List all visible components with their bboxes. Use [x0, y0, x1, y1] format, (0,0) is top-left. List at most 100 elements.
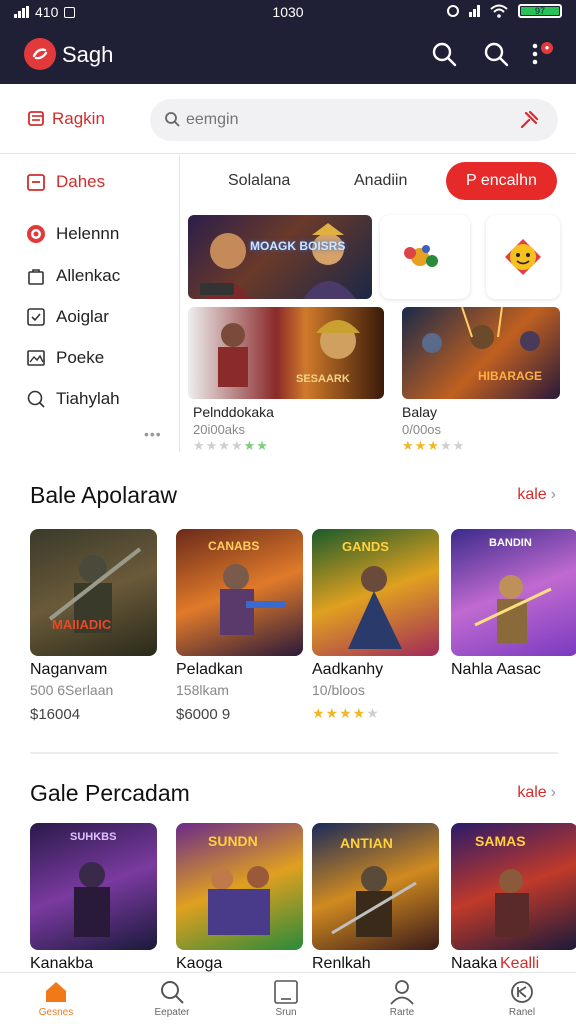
- sidebar-more-dots[interactable]: •••: [144, 426, 162, 442]
- home-icon: [46, 982, 66, 1002]
- card-art-text: MAIIADIC: [52, 617, 112, 632]
- search-bar[interactable]: [150, 99, 558, 141]
- app-title: Sagh: [62, 42, 114, 67]
- search-icon[interactable]: [430, 40, 458, 68]
- game-card[interactable]: ANTIAN: [312, 823, 439, 950]
- sidebar-item-label: Aoiglar: [56, 307, 109, 326]
- sidebar-item-helennn[interactable]: Helennn: [26, 224, 119, 244]
- app-tile-sunflower[interactable]: [380, 215, 470, 299]
- brand-label: Ragkin: [52, 109, 105, 128]
- sidebar-item-label: Dahes: [56, 172, 106, 191]
- card-price: $16004: [30, 706, 81, 723]
- app-tile-smiley[interactable]: [486, 215, 560, 299]
- card-sub: 158lkam: [176, 682, 229, 698]
- see-more-label: kale: [517, 486, 547, 503]
- nav-label: Rarte: [389, 1007, 415, 1018]
- game-tile-pelnddokaka[interactable]: SESAARK: [188, 307, 384, 399]
- game-card[interactable]: SUNDN: [176, 823, 303, 950]
- card-name: Kanakba: [30, 955, 94, 972]
- card-art-text: SUHKBS: [70, 831, 117, 843]
- search-input[interactable]: [186, 109, 506, 131]
- card-tag: Kealli: [500, 955, 540, 972]
- featured-banner[interactable]: MOAGK BOISRS: [188, 215, 372, 299]
- wifi-icon: [490, 4, 508, 18]
- battery-icon: 97: [518, 4, 562, 18]
- sidebar-item-allenkac[interactable]: Allenkac: [26, 266, 120, 286]
- card-art-text: ANTIAN: [340, 835, 393, 851]
- image-icon: [27, 350, 45, 366]
- nav-settings[interactable]: Ranel: [482, 979, 562, 1018]
- card-name: Aadkanhy: [312, 661, 384, 678]
- rating-stars: ★★★★★: [402, 438, 466, 453]
- category-sidebar: Dahes Helennn Allenkac Aoiglar Poeke Tia…: [0, 154, 180, 452]
- section-title: Gale Percadam: [30, 780, 190, 806]
- game-tile-art-text: HIBARAGE: [478, 369, 543, 383]
- status-time: 1030: [272, 4, 304, 20]
- card-name: Naaka: [451, 955, 498, 972]
- game-card[interactable]: MAIIADIC: [30, 529, 157, 656]
- game-card[interactable]: GANDS: [312, 529, 439, 656]
- search-icon: [165, 112, 180, 127]
- flower-app-icon: [404, 245, 438, 267]
- bag-icon: [28, 269, 44, 285]
- game-card[interactable]: SAMAS: [451, 823, 576, 950]
- card-name: Naganvam: [30, 661, 108, 678]
- checkbox-icon: [27, 308, 45, 326]
- notification-dot-icon: ●: [541, 42, 553, 54]
- sidebar-item-tiahylah[interactable]: Tiahylah: [26, 389, 120, 409]
- tab-anadiin[interactable]: Anadiin: [354, 162, 407, 200]
- nav-label: Ranel: [508, 1007, 536, 1018]
- tab-p-encalhn[interactable]: P encalhn: [446, 162, 557, 200]
- card-art-text: GANDS: [342, 539, 389, 554]
- nav-square[interactable]: Srun: [246, 979, 326, 1018]
- see-more-label: kale: [517, 784, 547, 801]
- calendar-icon: [27, 174, 45, 191]
- bottom-navigation: Gesnes Eepater Srun Rarte Ranel: [0, 972, 576, 1024]
- sidebar-item-aoiglar[interactable]: Aoiglar: [26, 307, 109, 327]
- nav-label: Srun: [275, 1007, 297, 1018]
- sidebar-item-label: Tiahylah: [56, 389, 120, 408]
- square-icon: [274, 980, 298, 1004]
- card-name: Nahla Aasac: [451, 661, 541, 678]
- rating-stars: ★★★★★: [312, 705, 380, 721]
- see-more-link[interactable]: kale ›: [517, 486, 556, 504]
- game-card[interactable]: CANABS: [176, 529, 303, 656]
- settings-icon: [511, 981, 533, 1003]
- card-name: Renlkah: [312, 955, 371, 972]
- smiley-app-icon: [505, 239, 541, 275]
- tab-solalana[interactable]: Solalana: [228, 162, 290, 200]
- card-name: Kaoga: [176, 955, 223, 972]
- card-sub: 500 6Serlaan: [30, 682, 114, 698]
- nav-home[interactable]: Gesnes: [16, 979, 96, 1018]
- chevron-right-icon: ›: [550, 784, 556, 801]
- nav-label: Gesnes: [38, 1007, 74, 1018]
- brand-link[interactable]: Ragkin: [28, 109, 105, 129]
- game-card[interactable]: SUHKBS: [30, 823, 157, 950]
- sidebar-item-poeke[interactable]: Poeke: [26, 348, 104, 368]
- game-tile-art-text: SESAARK: [296, 373, 350, 385]
- section-divider: [30, 752, 558, 754]
- card-price: $6000 9: [176, 706, 231, 723]
- sidebar-item-label: Poeke: [56, 348, 105, 367]
- list-icon: [28, 111, 44, 126]
- app-logo-icon[interactable]: [24, 38, 56, 70]
- more-vertical-icon[interactable]: [528, 40, 542, 68]
- sidebar-item-dahes[interactable]: Dahes: [26, 172, 105, 192]
- nav-search[interactable]: Eepater: [132, 979, 212, 1018]
- rating-stars: ★★★★★★: [193, 438, 269, 453]
- nav-profile[interactable]: Rarte: [362, 979, 442, 1018]
- game-tile-balay[interactable]: HIBARAGE: [402, 307, 560, 399]
- warriors-illustration: [218, 320, 360, 387]
- game-name: Pelnddokaka: [193, 404, 274, 420]
- search-alt-icon[interactable]: [482, 40, 510, 68]
- game-card[interactable]: BANDIN: [451, 529, 576, 656]
- alarm-icon: [447, 5, 459, 17]
- pin-icon[interactable]: [518, 109, 540, 131]
- card-sub: 10/bloos: [312, 682, 365, 698]
- featured-banner-text: MOAGK BOISRS: [250, 239, 346, 253]
- search-icon: [161, 981, 184, 1004]
- person-icon: [390, 980, 414, 1005]
- game-sub: 20i00aks: [193, 422, 246, 437]
- circle-badge-icon: [27, 225, 45, 243]
- see-more-link[interactable]: kale ›: [517, 784, 556, 802]
